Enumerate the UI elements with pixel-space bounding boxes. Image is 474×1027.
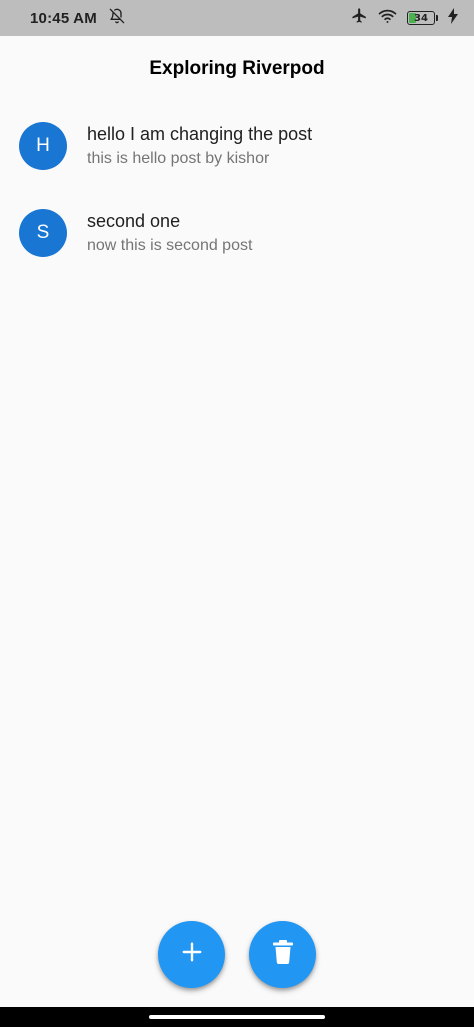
list-item[interactable]: H hello I am changing the post this is h… bbox=[0, 102, 474, 189]
post-list: H hello I am changing the post this is h… bbox=[0, 102, 474, 276]
list-item[interactable]: S second one now this is second post bbox=[0, 189, 474, 276]
page-title: Exploring Riverpod bbox=[149, 58, 325, 79]
charging-bolt-icon bbox=[448, 7, 458, 29]
plus-icon bbox=[181, 941, 203, 968]
app-bar: Exploring Riverpod bbox=[0, 36, 474, 102]
status-left: 10:45 AM bbox=[30, 8, 125, 29]
status-right: 34 bbox=[351, 7, 458, 29]
delete-post-button[interactable] bbox=[249, 921, 316, 988]
status-time: 10:45 AM bbox=[30, 9, 97, 27]
post-title: second one bbox=[87, 210, 181, 231]
battery-level: 34 bbox=[414, 12, 428, 24]
avatar-initial: S bbox=[36, 221, 50, 243]
home-gesture-handle[interactable] bbox=[149, 1015, 325, 1019]
navigation-bar bbox=[0, 1007, 474, 1027]
avatar: H bbox=[19, 121, 67, 170]
battery-body: 34 bbox=[407, 11, 435, 25]
post-subtitle: this is hello post by kishor bbox=[87, 149, 270, 167]
post-title: hello I am changing the post bbox=[87, 123, 313, 144]
avatar: S bbox=[19, 208, 67, 257]
trash-icon bbox=[272, 940, 293, 969]
battery-icon: 34 bbox=[407, 11, 438, 25]
list-item-text: hello I am changing the post this is hel… bbox=[87, 122, 312, 170]
bell-off-icon bbox=[109, 8, 125, 29]
avatar-initial: H bbox=[36, 134, 50, 156]
post-subtitle: now this is second post bbox=[87, 236, 253, 254]
battery-tip bbox=[436, 15, 438, 21]
wifi-icon bbox=[378, 8, 397, 29]
add-post-button[interactable] bbox=[158, 921, 225, 988]
list-item-text: second one now this is second post bbox=[87, 209, 252, 257]
status-bar: 10:45 AM 34 bbox=[0, 0, 474, 36]
airplane-icon bbox=[351, 7, 368, 29]
